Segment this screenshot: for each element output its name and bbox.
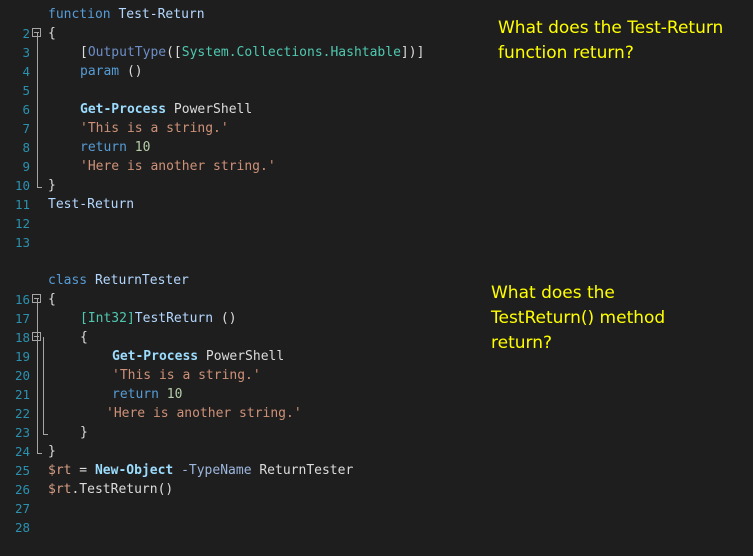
fold-guide-end (37, 453, 42, 454)
brace: { (48, 26, 56, 41)
code-line[interactable]: 6 (0, 81, 753, 117)
class-name: ReturnTester (87, 273, 189, 288)
string-literal: 'Here is another string.' (80, 159, 276, 174)
keyword: function (48, 7, 111, 22)
code-line[interactable]: 22 return 10 (0, 385, 753, 421)
brace: } (80, 425, 88, 440)
string-literal: 'Here is another string.' (106, 406, 302, 421)
fold-guide (43, 337, 44, 434)
function-name: Test-Return (118, 7, 205, 22)
method-name: TestReturn (134, 311, 214, 326)
operator: = (71, 463, 95, 478)
type-name: [Int32] (80, 311, 135, 326)
string-literal: 'This is a string.' (80, 121, 229, 136)
code-line[interactable]: 11 } (0, 176, 753, 212)
argument: PowerShell (166, 102, 253, 117)
code-text: () (213, 311, 237, 326)
keyword: param (80, 64, 120, 79)
method-call: .TestReturn() (71, 482, 174, 497)
code-line[interactable]: 7 Get-Process PowerShell (0, 100, 753, 136)
brace: { (80, 330, 88, 345)
bracket: ([ (166, 45, 182, 60)
argument: ReturnTester (251, 463, 354, 478)
brace: { (48, 292, 56, 307)
code-line[interactable]: 8 'This is a string.' (0, 119, 753, 155)
fold-guide (37, 33, 38, 187)
fold-guide-end (43, 434, 48, 435)
question-method: What does the TestReturn() method return… (491, 283, 666, 353)
type-name: System.Collections.Hashtable (181, 45, 401, 60)
parameter: -TypeName (173, 463, 252, 478)
code-line[interactable]: 27 $rt.TestReturn() (0, 480, 753, 516)
keyword: return (80, 140, 127, 155)
code-line[interactable]: 12 Test-Return (0, 195, 753, 231)
code-line[interactable]: 24 } (0, 423, 753, 459)
line-number: 28 (14, 520, 30, 535)
code-line[interactable]: 10 'Here is another string.' (0, 157, 753, 193)
code-editor[interactable]: 2 function Test-Return 3 { 4 [OutputType… (0, 0, 753, 535)
code-line[interactable]: 25 } (0, 442, 753, 478)
cmdlet: Get-Process (112, 349, 199, 364)
number-literal: 10 (158, 387, 183, 402)
function-call: Test-Return (48, 197, 135, 212)
code-line[interactable]: 23 'Here is another string.' (0, 404, 753, 440)
code-line[interactable]: 21 'This is a string.' (0, 366, 753, 402)
keyword: class (48, 273, 88, 288)
number-literal: 10 (126, 140, 151, 155)
question-function: What does the Test-Return function retur… (498, 18, 724, 63)
code-line[interactable]: 28 (0, 499, 753, 535)
code-line[interactable]: 9 return 10 (0, 138, 753, 174)
string-literal: 'This is a string.' (112, 368, 261, 383)
fold-guide (37, 299, 38, 453)
attribute: OutputType (87, 45, 167, 60)
fold-guide-end (37, 187, 42, 188)
brace: } (48, 178, 56, 193)
code-line[interactable]: 26 $rt = New-Object -TypeName ReturnTest… (0, 461, 753, 497)
code-line[interactable]: 13 (0, 214, 753, 250)
argument: PowerShell (198, 349, 285, 364)
code-text: () (119, 64, 143, 79)
brace: } (48, 444, 56, 459)
cmdlet: Get-Process (80, 102, 167, 117)
bracket: [ (80, 45, 88, 60)
keyword: return (112, 387, 159, 402)
variable: $rt (48, 482, 72, 497)
bracket: ])] (400, 45, 425, 60)
cmdlet: New-Object (94, 463, 174, 478)
line-number: 13 (14, 235, 30, 250)
variable: $rt (48, 463, 72, 478)
